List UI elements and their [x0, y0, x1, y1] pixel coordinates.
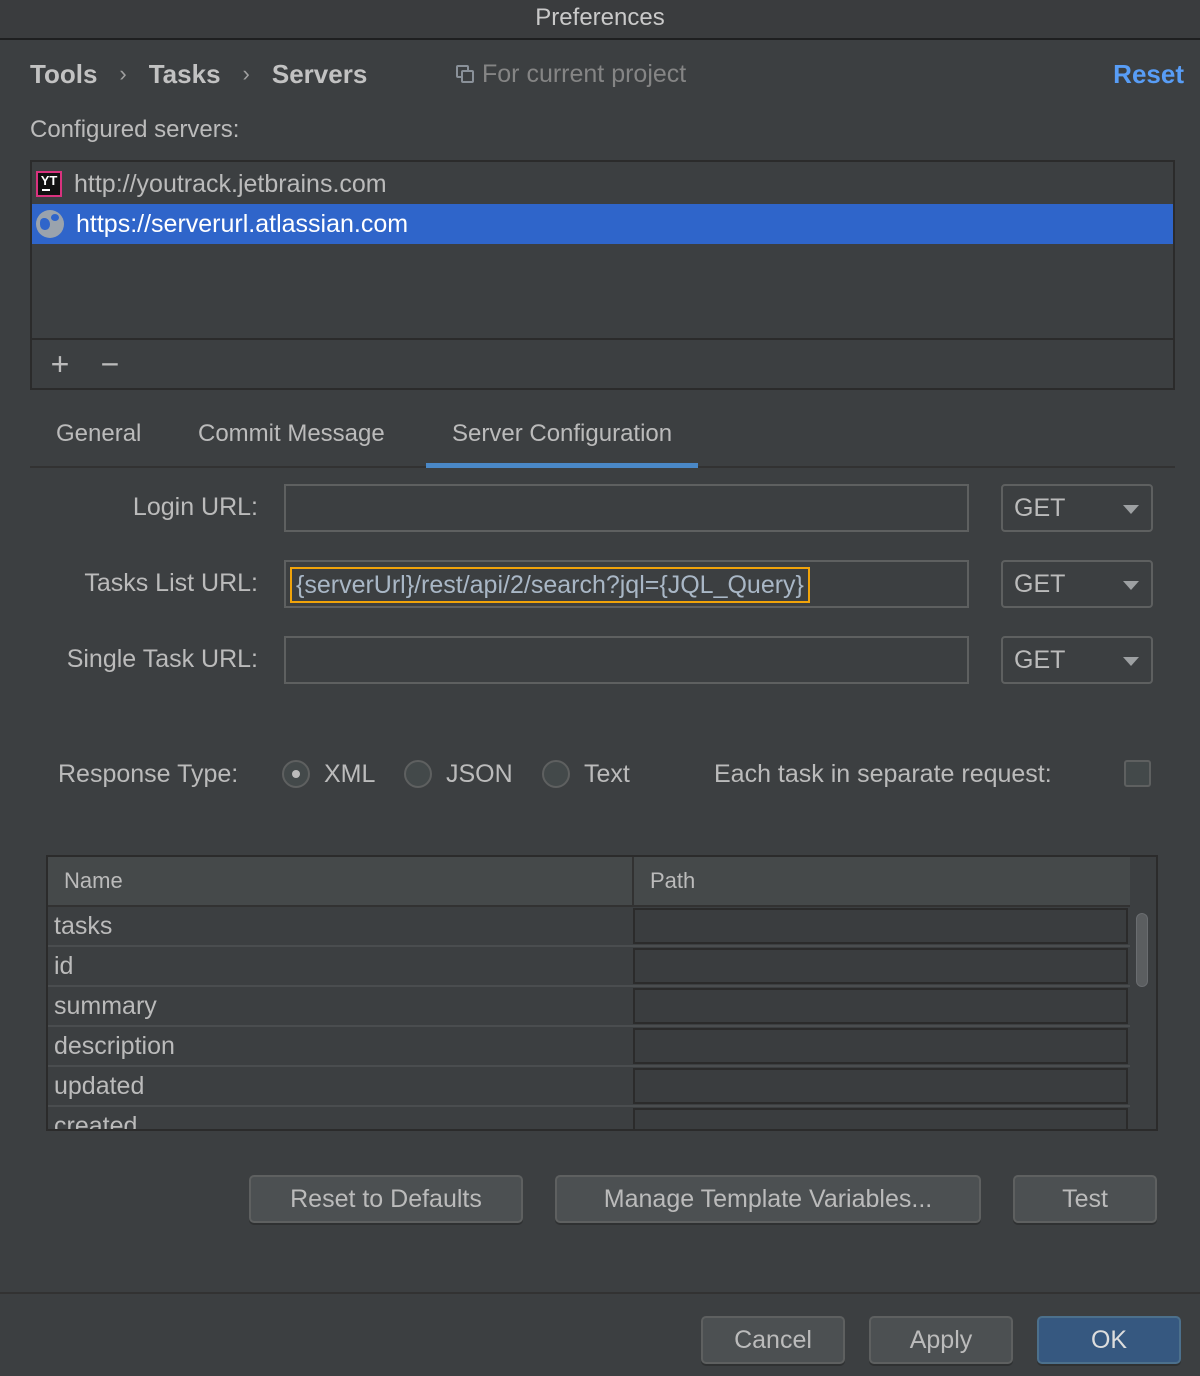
minus-icon: −	[100, 346, 120, 382]
config-tabs: General Commit Message Server Configurat…	[30, 406, 1175, 468]
cancel-button[interactable]: Cancel	[701, 1316, 845, 1364]
remove-server-button[interactable]: −	[90, 344, 130, 384]
table-row[interactable]: summary	[48, 987, 1130, 1027]
table-row[interactable]: id	[48, 947, 1130, 987]
breadcrumb-servers: Servers	[271, 58, 368, 89]
radio-json[interactable]: JSON	[404, 756, 513, 792]
method-value: GET	[1014, 494, 1066, 522]
login-url-input[interactable]	[284, 484, 969, 532]
test-button[interactable]: Test	[1013, 1175, 1157, 1223]
dropdown-arrow-icon	[1123, 657, 1139, 666]
plus-icon: +	[50, 346, 70, 382]
single-task-method-select[interactable]: GET	[1001, 636, 1153, 684]
single-task-url-label: Single Task URL:	[66, 645, 258, 673]
radio-button[interactable]	[404, 760, 432, 788]
reset-link[interactable]: Reset	[1113, 56, 1184, 92]
table-scrollbar[interactable]	[1136, 913, 1148, 987]
dropdown-arrow-icon	[1123, 505, 1139, 514]
server-url: http://youtrack.jetbrains.com	[74, 169, 387, 198]
radio-button-checked[interactable]	[282, 760, 310, 788]
row-path-input[interactable]	[633, 988, 1128, 1024]
row-name: id	[54, 952, 74, 980]
tasks-list-method-select[interactable]: GET	[1001, 560, 1153, 608]
scope-indicator: For current project	[456, 56, 686, 92]
globe-icon	[36, 210, 64, 238]
radio-xml-label: XML	[324, 759, 376, 788]
reset-to-defaults-button[interactable]: Reset to Defaults	[249, 1175, 523, 1223]
row-path-input[interactable]	[633, 908, 1128, 944]
breadcrumb-tasks[interactable]: Tasks	[149, 59, 221, 90]
configured-servers-label: Configured servers:	[30, 116, 240, 143]
row-name: tasks	[54, 912, 113, 940]
tasks-list-url-label: Tasks List URL:	[84, 569, 258, 597]
separate-request-checkbox[interactable]	[1124, 760, 1151, 787]
project-scope-icon	[456, 65, 474, 83]
tab-general[interactable]: General	[30, 406, 167, 466]
radio-xml[interactable]: XML	[282, 756, 375, 792]
row-path-input[interactable]	[633, 948, 1128, 984]
server-item-atlassian[interactable]: https://serverurl.atlassian.com	[32, 204, 1173, 244]
tab-server-configuration[interactable]: Server Configuration	[426, 406, 699, 468]
table-row[interactable]: description	[48, 1027, 1130, 1067]
row-name: summary	[54, 992, 157, 1020]
single-task-url-input[interactable]	[284, 636, 969, 684]
radio-text[interactable]: Text	[542, 756, 630, 792]
column-header-name[interactable]: Name	[48, 857, 632, 905]
method-value: GET	[1014, 646, 1066, 674]
tasks-list-url-value: {serverUrl}/rest/api/2/search?jql={JQL_Q…	[290, 567, 810, 603]
method-value: GET	[1014, 570, 1066, 598]
row-name: updated	[54, 1072, 145, 1100]
radio-text-label: Text	[584, 759, 630, 788]
table-row[interactable]: tasks	[48, 907, 1130, 947]
field-mapping-table: Name Path tasks id summary description u…	[46, 855, 1158, 1131]
table-row[interactable]: updated	[48, 1067, 1130, 1107]
chevron-right-icon: ›	[242, 61, 250, 86]
separate-request-label: Each task in separate request:	[714, 759, 1052, 788]
youtrack-icon: YT	[36, 171, 62, 197]
login-method-select[interactable]: GET	[1001, 484, 1153, 532]
row-path-input[interactable]	[633, 1028, 1128, 1064]
row-path-input[interactable]	[633, 1068, 1128, 1104]
server-item-youtrack[interactable]: YT http://youtrack.jetbrains.com	[32, 164, 1173, 204]
server-url: https://serverurl.atlassian.com	[76, 209, 409, 238]
breadcrumb-tools[interactable]: Tools	[30, 59, 97, 90]
dropdown-arrow-icon	[1123, 581, 1139, 590]
radio-button[interactable]	[542, 760, 570, 788]
scope-label: For current project	[482, 59, 687, 88]
tab-commit-message[interactable]: Commit Message	[172, 406, 411, 466]
ok-button[interactable]: OK	[1037, 1316, 1181, 1364]
add-server-button[interactable]: +	[40, 344, 80, 384]
column-header-path[interactable]: Path	[632, 857, 1130, 905]
table-row[interactable]: created	[48, 1107, 1130, 1131]
radio-json-label: JSON	[446, 759, 513, 788]
tasks-list-url-input[interactable]: {serverUrl}/rest/api/2/search?jql={JQL_Q…	[284, 560, 969, 608]
response-type-label: Response Type:	[58, 759, 239, 788]
server-list[interactable]: YT http://youtrack.jetbrains.com https:/…	[30, 160, 1175, 390]
login-url-label: Login URL:	[132, 493, 258, 521]
footer-divider	[0, 1292, 1200, 1294]
apply-button[interactable]: Apply	[869, 1316, 1013, 1364]
row-name: description	[54, 1032, 175, 1060]
table-header: Name Path	[48, 857, 1130, 907]
row-path-input[interactable]	[633, 1108, 1128, 1129]
server-list-toolbar: + −	[32, 338, 1173, 388]
chevron-right-icon: ›	[119, 61, 127, 86]
breadcrumb: Tools › Tasks › Servers	[30, 56, 367, 92]
row-name: created	[54, 1112, 138, 1131]
manage-template-variables-button[interactable]: Manage Template Variables...	[555, 1175, 981, 1223]
window-title: Preferences	[0, 0, 1200, 40]
